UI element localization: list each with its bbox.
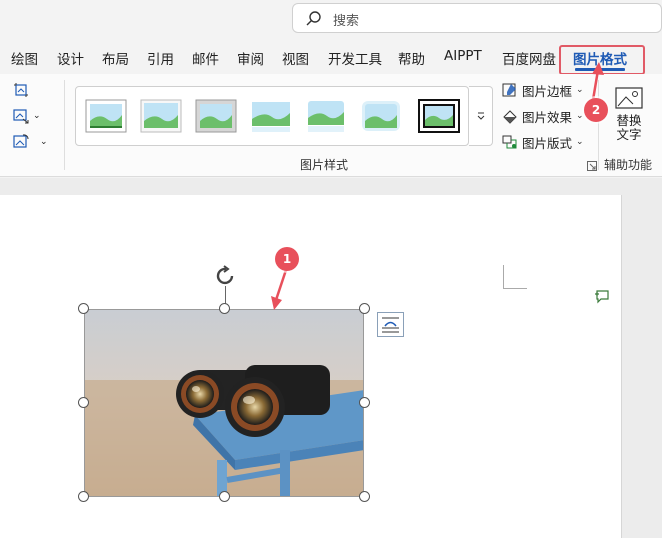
annotation-badge-2: 2: [584, 98, 608, 122]
wrap-text-icon: [382, 317, 399, 333]
resize-handle-top-right[interactable]: [359, 303, 370, 314]
tab-baidu-netdisk[interactable]: 百度网盘: [502, 48, 556, 68]
picture-border-button[interactable]: 图片边框 ⌄: [502, 80, 584, 100]
chevron-down-icon: ⌄: [576, 111, 584, 121]
tab-design[interactable]: 设计: [57, 48, 84, 68]
resize-handle-top[interactable]: [219, 303, 230, 314]
pen-border-icon: [502, 83, 516, 97]
chevron-down-icon: ⌄: [576, 137, 584, 147]
tab-aippt[interactable]: AIPPT: [444, 48, 482, 64]
compress-button[interactable]: ⌄: [12, 106, 52, 126]
accessibility-group-label: 辅助功能: [604, 158, 653, 172]
selected-picture-binoculars[interactable]: [84, 309, 364, 497]
picture-styles-group-label: 图片样式: [300, 158, 349, 172]
picture-style-1[interactable]: [85, 99, 127, 133]
search-placeholder: 搜索: [333, 14, 360, 29]
tab-draw[interactable]: 绘图: [11, 48, 38, 68]
tab-view[interactable]: 视图: [282, 48, 309, 68]
picture-style-2[interactable]: [140, 99, 182, 133]
tab-mailings[interactable]: 邮件: [192, 48, 219, 68]
alt-text-icon: [615, 87, 643, 109]
search-box[interactable]: 搜索: [292, 3, 662, 33]
chevron-down-icon: ⌄: [33, 111, 41, 121]
gallery-more-button[interactable]: [469, 86, 493, 146]
add-comment-icon[interactable]: [594, 288, 610, 304]
picture-style-6[interactable]: [360, 99, 402, 133]
chevron-down-icon: ⌄: [40, 137, 48, 147]
dialog-launcher-icon[interactable]: [587, 161, 597, 171]
gallery-more-icon: [477, 112, 484, 120]
resize-handle-bottom-right[interactable]: [359, 491, 370, 502]
picture-effects-label: 图片效果: [522, 109, 573, 125]
picture-style-gallery: [75, 86, 469, 146]
tab-help[interactable]: 帮助: [398, 48, 425, 68]
picture-layout-button[interactable]: 图片版式 ⌄: [502, 132, 584, 152]
tab-references[interactable]: 引用: [147, 48, 174, 68]
layout-options-button[interactable]: [377, 312, 404, 337]
resize-handle-bottom[interactable]: [219, 491, 230, 502]
picture-style-5[interactable]: [305, 99, 347, 133]
picture-border-label: 图片边框: [522, 83, 573, 99]
layout-icon: [502, 135, 517, 149]
annotation-highlight-box: [559, 45, 645, 75]
effects-icon: [503, 110, 517, 124]
tab-developer[interactable]: 开发工具: [328, 48, 382, 68]
picture-layout-label: 图片版式: [522, 135, 573, 151]
resize-handle-right[interactable]: [359, 397, 370, 408]
change-picture-icon: [13, 134, 29, 148]
ribbon-separator: [64, 80, 65, 170]
picture-style-3[interactable]: [195, 99, 237, 133]
picture-transform-icon: [13, 109, 29, 124]
chevron-down-icon: ⌄: [576, 85, 584, 95]
crop-button[interactable]: [12, 80, 52, 100]
binoculars-photo: [85, 310, 363, 496]
tab-review[interactable]: 审阅: [237, 48, 264, 68]
tab-layout[interactable]: 布局: [102, 48, 129, 68]
resize-handle-bottom-left[interactable]: [78, 491, 89, 502]
picture-style-4[interactable]: [250, 99, 292, 133]
ribbon-separator: [598, 80, 599, 170]
page-margin-marker: [503, 265, 527, 289]
picture-effects-button[interactable]: 图片效果 ⌄: [502, 106, 584, 126]
annotation-badge-1: 1: [275, 247, 299, 271]
change-picture-button[interactable]: ⌄: [12, 132, 52, 152]
alt-text-label-line2: 文字: [616, 127, 642, 142]
alt-text-label: 替换 文字: [616, 114, 642, 142]
resize-handle-top-left[interactable]: [78, 303, 89, 314]
resize-handle-left[interactable]: [78, 397, 89, 408]
crop-icon: [14, 83, 28, 97]
search-icon: [306, 11, 321, 26]
alt-text-label-line1: 替换: [616, 113, 642, 128]
picture-style-7[interactable]: [418, 99, 460, 133]
rotate-handle-icon[interactable]: [214, 264, 238, 288]
